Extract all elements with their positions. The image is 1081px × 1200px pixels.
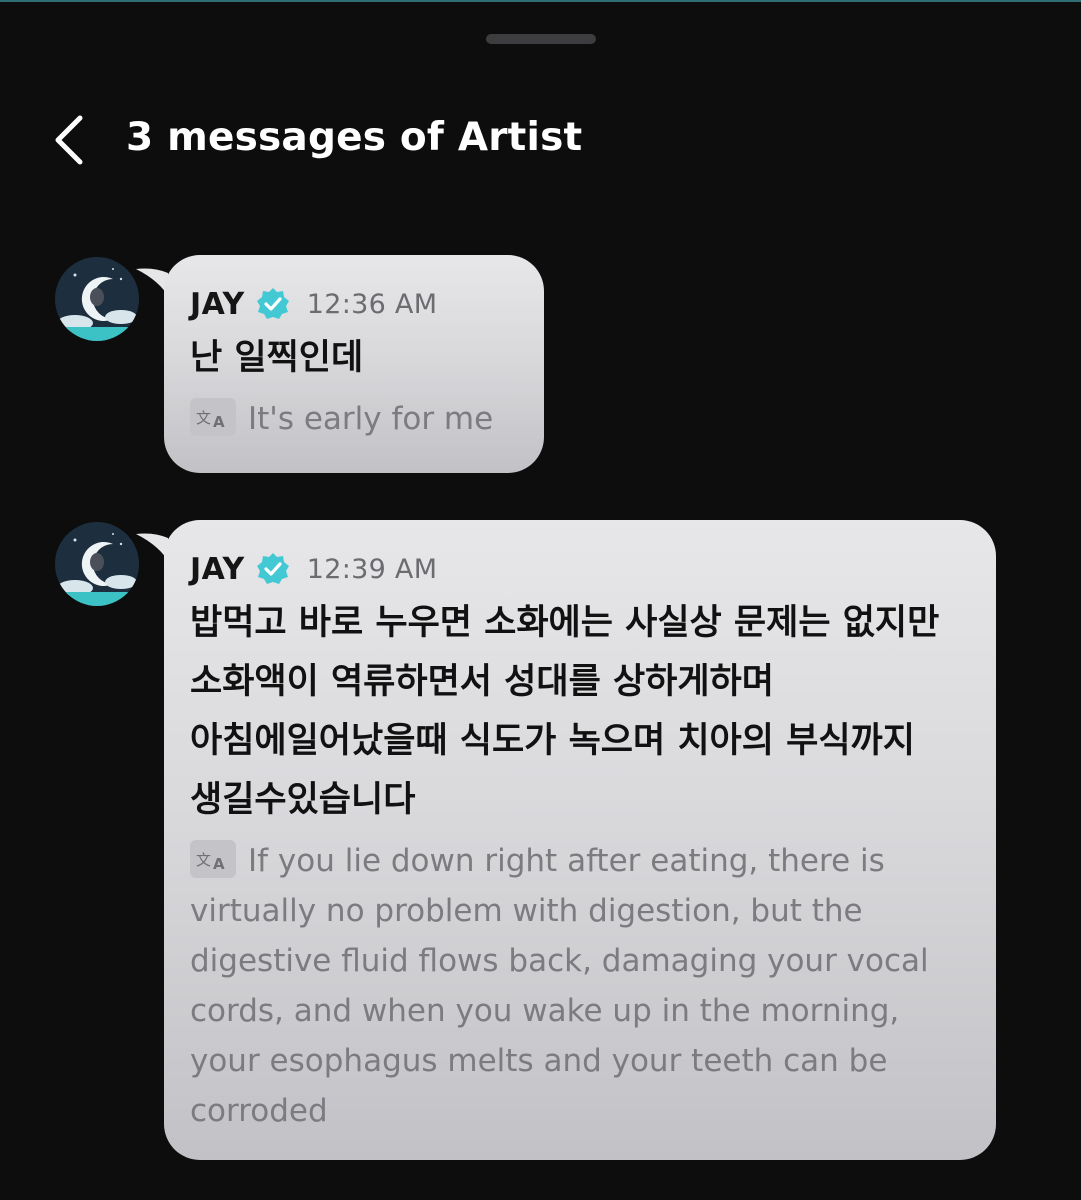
sender-name: JAY — [190, 286, 245, 322]
svg-text:A: A — [213, 413, 225, 431]
message-text: 난 일찍인데 — [190, 338, 364, 378]
chevron-left-icon — [40, 106, 100, 170]
message-item: JAY 12:36 AM 난 일찍인데 文 A It's early for m… — [0, 255, 1081, 477]
drag-handle[interactable] — [486, 34, 596, 44]
avatar[interactable] — [55, 257, 139, 341]
message-item: JAY 12:39 AM 밥먹고 바로 누우면 소화에는 사실상 문제는 없지만… — [0, 520, 1081, 1162]
verified-badge-icon — [255, 286, 291, 322]
translate-icon[interactable]: 文 A — [190, 840, 236, 878]
message-meta: JAY 12:39 AM — [190, 548, 970, 590]
translation-block: 文 A It's early for me — [190, 394, 518, 444]
header: 3 messages of Artist — [0, 100, 1081, 176]
message-meta: JAY 12:36 AM — [190, 283, 518, 325]
verified-badge-icon — [255, 551, 291, 587]
message-bubble[interactable]: JAY 12:39 AM 밥먹고 바로 누우면 소화에는 사실상 문제는 없지만… — [164, 520, 996, 1160]
svg-text:A: A — [213, 855, 225, 873]
moon-avatar-icon — [55, 522, 139, 606]
back-button[interactable] — [40, 106, 100, 170]
svg-text:文: 文 — [196, 851, 211, 869]
page-title: 3 messages of Artist — [126, 115, 583, 160]
translate-icon[interactable]: 文 A — [190, 398, 236, 436]
translation-block: 文 A If you lie down right after eating, … — [190, 836, 970, 1136]
avatar[interactable] — [55, 522, 139, 606]
message-time: 12:39 AM — [306, 553, 438, 585]
translation-text: If you lie down right after eating, ther… — [190, 843, 929, 1129]
translation-text: It's early for me — [248, 401, 494, 437]
message-text: 밥먹고 바로 누우면 소화에는 사실상 문제는 없지만 소화액이 역류하면서 성… — [190, 603, 940, 820]
top-accent-line — [0, 0, 1081, 2]
moon-avatar-icon — [55, 257, 139, 341]
message-bubble[interactable]: JAY 12:36 AM 난 일찍인데 文 A It's early for m… — [164, 255, 544, 473]
sender-name: JAY — [190, 551, 245, 587]
svg-text:文: 文 — [196, 409, 211, 427]
message-time: 12:36 AM — [306, 288, 438, 320]
